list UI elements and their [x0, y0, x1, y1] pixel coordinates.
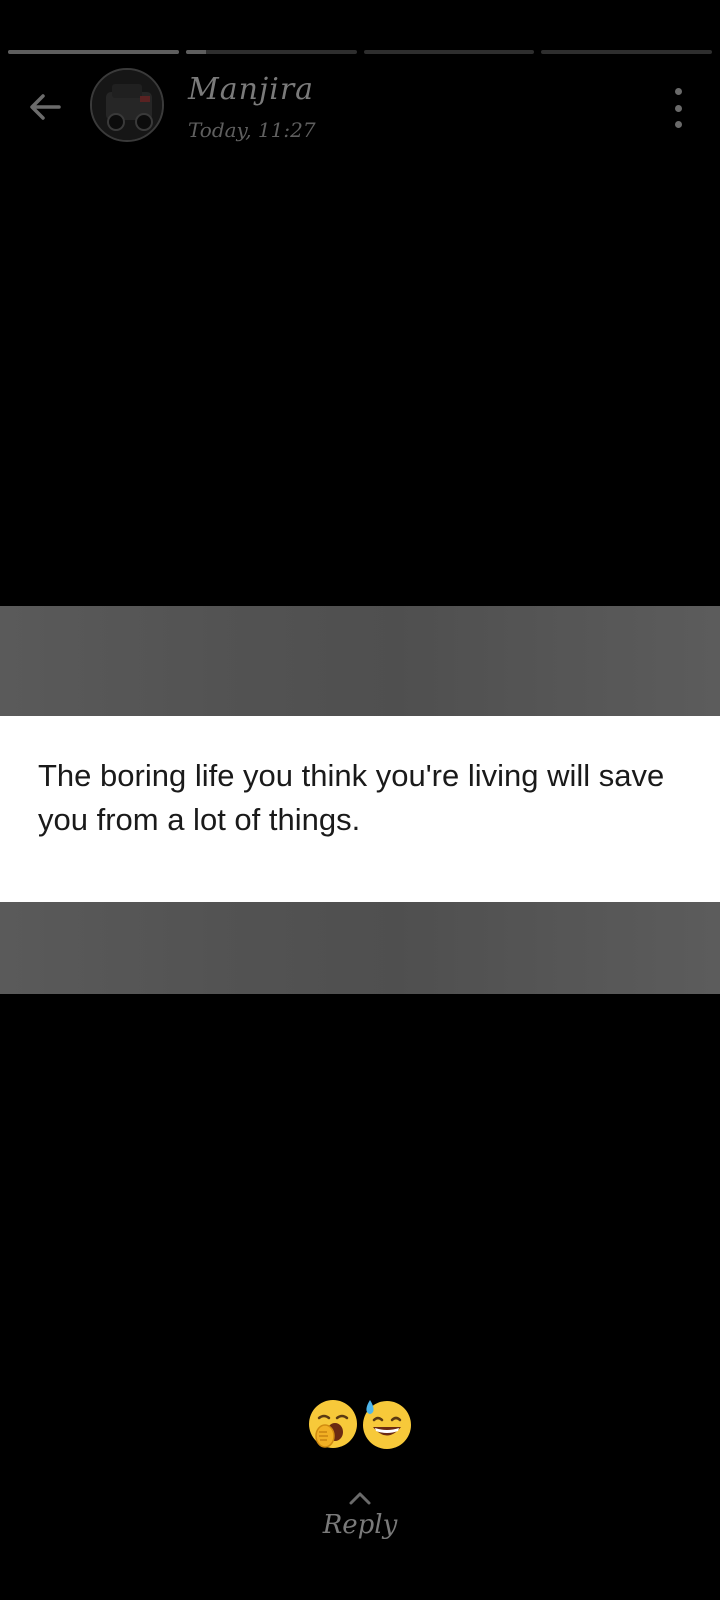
- reply-button[interactable]: Reply: [0, 1490, 720, 1540]
- more-options-button[interactable]: [666, 88, 690, 128]
- progress-segment: [8, 50, 179, 54]
- story-progress: [8, 50, 712, 54]
- more-vertical-icon-dot: [674, 121, 682, 128]
- story-header: Manjira Today, 11:27: [0, 68, 720, 144]
- grinning-face-with-sweat-icon[interactable]: [361, 1398, 413, 1450]
- more-vertical-icon-dot: [674, 104, 682, 112]
- quote-text: The boring life you think you're living …: [38, 758, 665, 837]
- yawning-face-icon[interactable]: [307, 1398, 359, 1450]
- avatar[interactable]: [90, 68, 164, 142]
- reactions: [0, 1398, 720, 1450]
- user-name[interactable]: Manjira: [188, 72, 314, 107]
- story-media[interactable]: The boring life you think you're living …: [0, 606, 720, 994]
- reply-label: Reply: [322, 1510, 398, 1540]
- avatar-image: [92, 70, 162, 140]
- quote-card: The boring life you think you're living …: [0, 716, 720, 902]
- post-time: Today, 11:27: [188, 118, 316, 142]
- arrow-left-icon: [30, 94, 61, 120]
- progress-segment: [185, 50, 357, 54]
- more-vertical-icon: [674, 88, 682, 95]
- progress-segment: [363, 50, 535, 54]
- story-viewer: Manjira Today, 11:27 The boring life you…: [0, 0, 720, 1600]
- progress-segment: [541, 50, 712, 54]
- chevron-up-icon: [349, 1492, 371, 1505]
- back-button[interactable]: [22, 84, 68, 130]
